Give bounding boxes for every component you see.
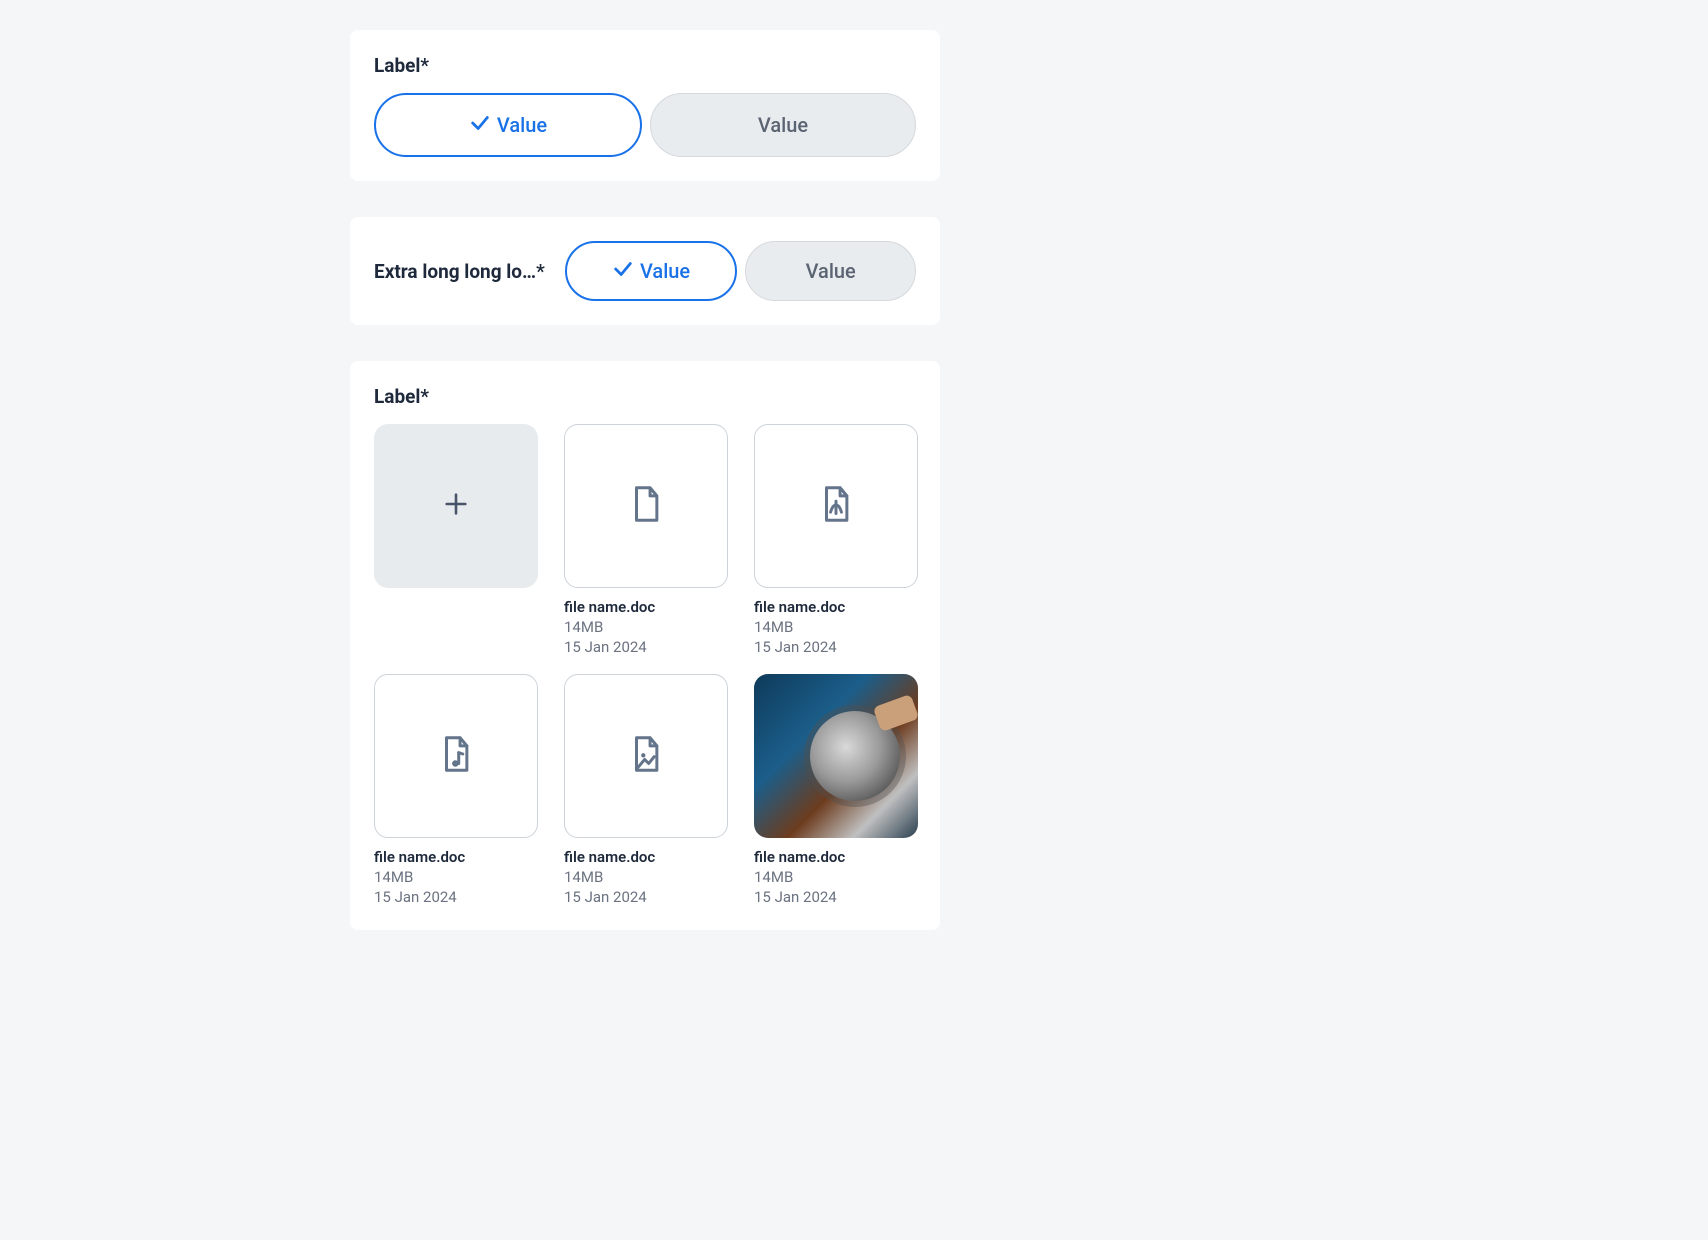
file-size: 14MB bbox=[754, 618, 918, 636]
file-size: 14MB bbox=[564, 868, 728, 886]
file-tile: file name.doc 14MB 15 Jan 2024 bbox=[564, 674, 728, 906]
file-tile-add bbox=[374, 424, 538, 656]
add-file-button[interactable] bbox=[374, 424, 538, 588]
file-tile: file name.doc 14MB 15 Jan 2024 bbox=[374, 674, 538, 906]
file-name: file name.doc bbox=[564, 598, 728, 616]
file-date: 15 Jan 2024 bbox=[374, 888, 538, 906]
toggle-option-label: Value bbox=[806, 259, 856, 283]
file-thumbnail[interactable] bbox=[754, 424, 918, 588]
file-thumbnail[interactable] bbox=[564, 674, 728, 838]
file-size: 14MB bbox=[564, 618, 728, 636]
toggle-field-card-inline: Extra long long lo…* Value Value bbox=[350, 217, 940, 325]
file-tile: file name.doc 14MB 15 Jan 2024 bbox=[754, 674, 918, 906]
toggle-group: Value Value bbox=[374, 93, 916, 157]
toggle-option-unselected[interactable]: Value bbox=[745, 241, 916, 301]
image-file-icon bbox=[629, 735, 663, 777]
audio-file-icon bbox=[439, 735, 473, 777]
toggle-field-card: Label* Value Value bbox=[350, 30, 940, 181]
file-name: file name.doc bbox=[564, 848, 728, 866]
toggle-option-unselected[interactable]: Value bbox=[650, 93, 916, 157]
file-tile: file name.doc 14MB 15 Jan 2024 bbox=[564, 424, 728, 656]
field-label: Label* bbox=[374, 385, 916, 408]
file-upload-card: Label* file name.doc 14 bbox=[350, 361, 940, 930]
file-name: file name.doc bbox=[754, 598, 918, 616]
file-thumbnail[interactable] bbox=[564, 424, 728, 588]
file-date: 15 Jan 2024 bbox=[564, 638, 728, 656]
check-icon bbox=[469, 112, 491, 139]
file-name: file name.doc bbox=[374, 848, 538, 866]
toggle-option-label: Value bbox=[758, 113, 808, 137]
toggle-option-selected[interactable]: Value bbox=[565, 241, 738, 301]
file-photo-thumbnail[interactable] bbox=[754, 674, 918, 838]
plus-icon bbox=[442, 490, 470, 522]
pdf-icon bbox=[819, 485, 853, 527]
toggle-group: Value Value bbox=[565, 241, 916, 301]
file-date: 15 Jan 2024 bbox=[754, 888, 918, 906]
file-date: 15 Jan 2024 bbox=[564, 888, 728, 906]
file-name: file name.doc bbox=[754, 848, 918, 866]
file-grid: file name.doc 14MB 15 Jan 2024 file name… bbox=[374, 424, 916, 906]
file-size: 14MB bbox=[754, 868, 918, 886]
file-size: 14MB bbox=[374, 868, 538, 886]
toggle-option-label: Value bbox=[497, 113, 547, 137]
toggle-option-label: Value bbox=[640, 259, 690, 283]
field-label: Extra long long lo…* bbox=[374, 260, 545, 283]
file-thumbnail[interactable] bbox=[374, 674, 538, 838]
document-icon bbox=[629, 485, 663, 527]
field-label: Label* bbox=[374, 54, 916, 77]
toggle-option-selected[interactable]: Value bbox=[374, 93, 642, 157]
check-icon bbox=[612, 258, 634, 285]
file-tile: file name.doc 14MB 15 Jan 2024 bbox=[754, 424, 918, 656]
file-date: 15 Jan 2024 bbox=[754, 638, 918, 656]
